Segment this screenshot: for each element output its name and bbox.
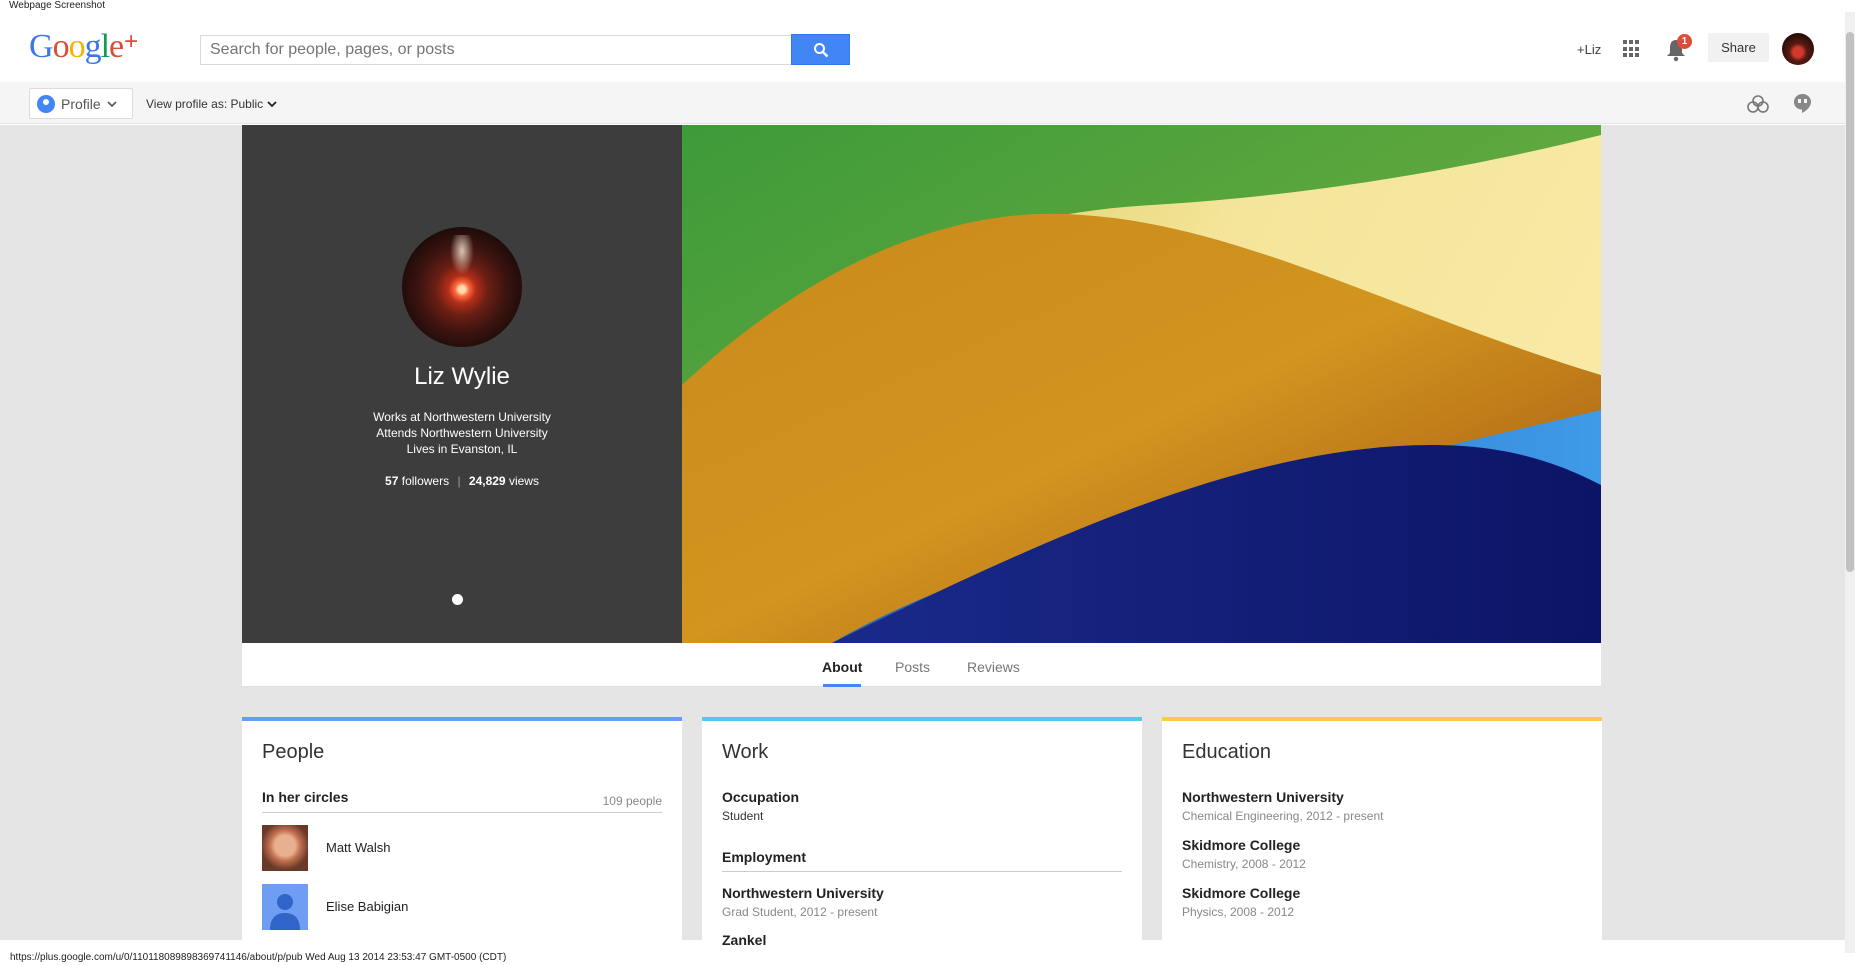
- person-avatar[interactable]: [262, 884, 308, 930]
- employer-name: Northwestern University: [722, 885, 884, 901]
- profile-cover: Liz Wylie Works at Northwestern Universi…: [242, 125, 1601, 643]
- tab-posts[interactable]: Posts: [895, 659, 930, 675]
- people-card-accent: [242, 717, 682, 721]
- circles-icon[interactable]: [1747, 94, 1769, 114]
- profile-name: Liz Wylie: [414, 363, 510, 390]
- school-name: Skidmore College: [1182, 885, 1301, 901]
- chevron-down-icon: [266, 101, 277, 108]
- school-detail: Physics, 2008 - 2012: [1182, 905, 1295, 919]
- share-button[interactable]: Share: [1708, 33, 1769, 62]
- hangouts-icon[interactable]: [1793, 93, 1812, 114]
- chevron-down-icon: [107, 100, 117, 107]
- search-box[interactable]: [200, 35, 792, 65]
- apps-icon[interactable]: [1623, 40, 1641, 58]
- followers-label: followers: [401, 474, 450, 488]
- profile-summary-panel: Liz Wylie Works at Northwestern Universi…: [242, 125, 682, 643]
- person-avatar[interactable]: [262, 825, 308, 871]
- people-card-title: People: [262, 741, 325, 763]
- person-name[interactable]: Elise Babigian: [326, 899, 408, 914]
- scrollbar-thumb[interactable]: [1846, 32, 1854, 572]
- people-card: People In her circles 109 people Matt Wa…: [242, 717, 682, 947]
- profile-icon: [37, 94, 55, 113]
- view-as-label: View profile as:: [146, 97, 228, 111]
- employment-heading: Employment: [722, 849, 807, 865]
- views-count: 24,829: [468, 474, 506, 488]
- profile-dropdown-label: Profile: [61, 95, 101, 112]
- circles-count[interactable]: 109 people: [603, 794, 662, 808]
- work-card-accent: [702, 717, 1142, 721]
- scrollbar[interactable]: [1845, 12, 1855, 953]
- profile-photo[interactable]: [402, 227, 522, 347]
- school-detail: Chemical Engineering, 2012 - present: [1182, 809, 1384, 823]
- cover-photo: [682, 125, 1601, 643]
- notification-badge[interactable]: 1: [1677, 34, 1692, 49]
- cover-indicator-dot[interactable]: [452, 594, 463, 605]
- search-input[interactable]: [201, 36, 791, 64]
- person-name[interactable]: Matt Walsh: [326, 840, 391, 855]
- profile-stats: 57 followers | 24,829 views: [385, 474, 539, 488]
- top-header: Google+ +Liz 1 Share: [0, 12, 1845, 82]
- employer-name: Zankel: [722, 932, 767, 947]
- work-card: Work Occupation Student Employment North…: [702, 717, 1142, 947]
- search-button[interactable]: [791, 34, 850, 65]
- profile-work: Works at Northwestern University: [373, 410, 551, 424]
- occupation-value: Student: [722, 809, 764, 823]
- school-name: Skidmore College: [1182, 837, 1301, 853]
- followers-count: 57: [385, 474, 399, 488]
- search-icon: [813, 42, 828, 57]
- work-card-title: Work: [722, 741, 769, 763]
- profile-tabs: About Posts Reviews: [242, 643, 1601, 687]
- profile-school: Attends Northwestern University: [376, 426, 548, 440]
- profile-dropdown[interactable]: Profile: [29, 88, 133, 119]
- school-detail: Chemistry, 2008 - 2012: [1182, 857, 1306, 871]
- tab-about[interactable]: About: [822, 659, 862, 675]
- tab-reviews[interactable]: Reviews: [967, 659, 1020, 675]
- divider: [262, 812, 662, 813]
- education-card-title: Education: [1182, 741, 1271, 763]
- divider: [722, 871, 1122, 872]
- education-card-accent: [1162, 717, 1602, 721]
- sub-navigation: Profile View profile as: Public: [0, 82, 1845, 124]
- profile-location: Lives in Evanston, IL: [406, 442, 518, 456]
- default-avatar-icon: [270, 894, 300, 930]
- plus-user-link[interactable]: +Liz: [1577, 42, 1601, 57]
- screenshot-label: Webpage Screenshot: [9, 0, 105, 11]
- view-as-value: Public: [230, 97, 264, 111]
- google-plus-logo[interactable]: Google+: [29, 28, 138, 66]
- education-card: Education Northwestern University Chemic…: [1162, 717, 1602, 947]
- status-bar: https://plus.google.com/u/0/110118089898…: [0, 950, 1845, 965]
- views-label: views: [508, 474, 539, 488]
- view-profile-as[interactable]: View profile as: Public: [146, 97, 277, 111]
- in-her-circles-heading: In her circles: [262, 789, 349, 805]
- employer-detail: Grad Student, 2012 - present: [722, 905, 878, 919]
- active-tab-indicator: [823, 684, 861, 687]
- occupation-heading: Occupation: [722, 789, 800, 805]
- account-avatar[interactable]: [1782, 33, 1814, 65]
- school-name: Northwestern University: [1182, 789, 1344, 805]
